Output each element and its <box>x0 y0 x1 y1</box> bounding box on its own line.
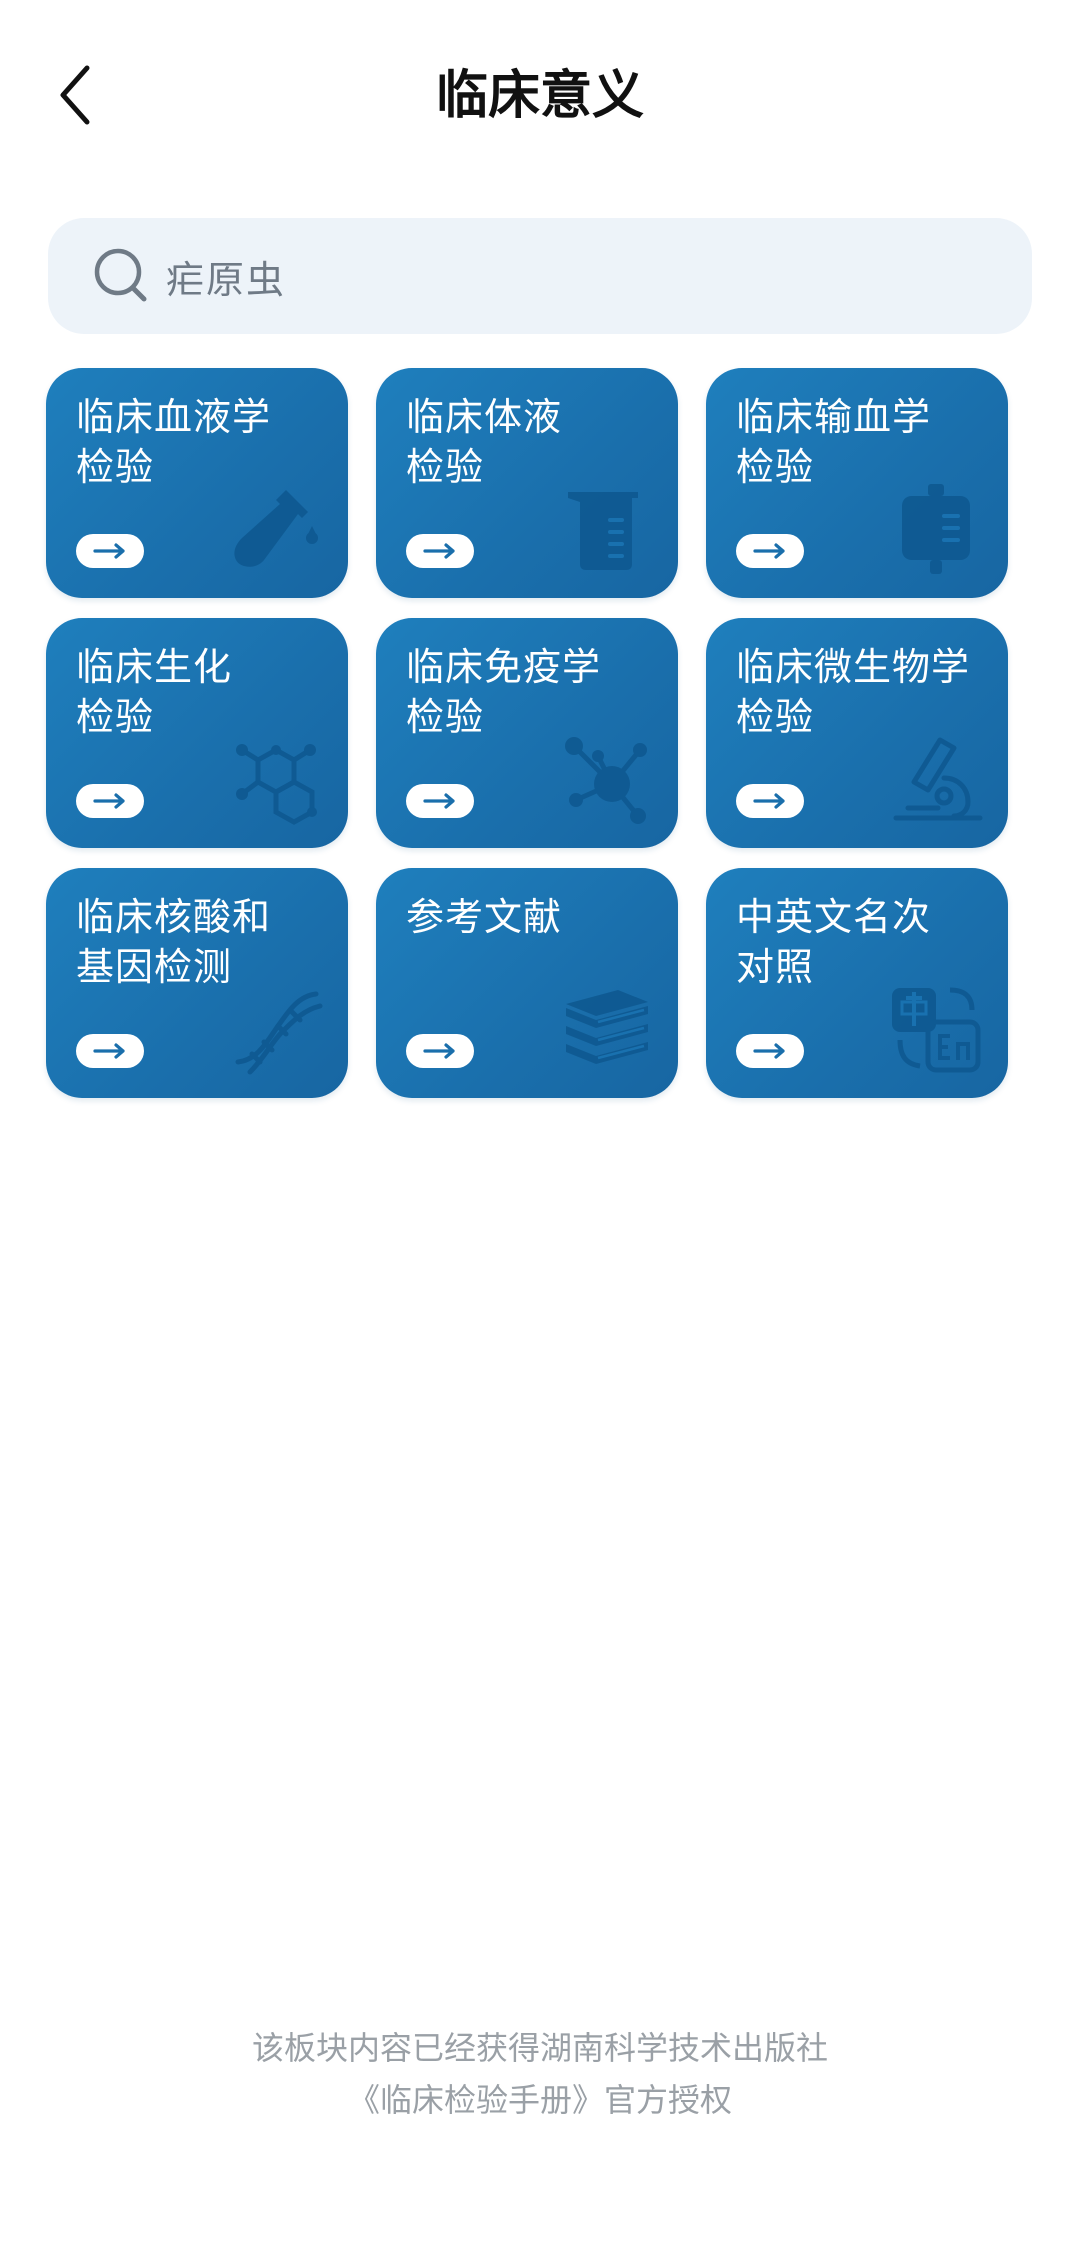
translate-icon <box>892 987 981 1073</box>
molecule-icon <box>236 744 317 825</box>
card-title: 临床免疫学 检验 <box>406 645 602 739</box>
card-title: 中英文名次 对照 <box>736 895 932 989</box>
beaker-icon <box>568 492 638 570</box>
card-clinical-biochemistry[interactable]: 临床生化 检验 <box>46 618 348 848</box>
card-clinical-transfusion[interactable]: 临床输血学 检验 <box>706 368 1008 598</box>
page-title: 临床意义 <box>435 66 644 126</box>
card-references[interactable]: 参考文献 <box>376 868 678 1098</box>
arrow-right-icon[interactable] <box>736 534 804 568</box>
arrow-right-icon[interactable] <box>736 1034 804 1068</box>
blood-bag-icon <box>902 484 970 574</box>
arrow-right-icon[interactable] <box>76 784 144 818</box>
dna-icon <box>235 991 323 1075</box>
footer-line-2: 《临床检验手册》官方授权 <box>347 2081 732 2119</box>
arrow-right-icon[interactable] <box>406 1034 474 1068</box>
copyright-notice: 该板块内容已经获得湖南科学技术出版社 《临床检验手册》官方授权 <box>0 2022 1080 2126</box>
search-value: 疟原虫 <box>166 257 287 302</box>
card-title: 临床微生物学 检验 <box>736 645 971 739</box>
card-title: 临床生化 检验 <box>76 645 233 739</box>
immune-network-icon <box>565 737 647 824</box>
search-icon <box>92 246 152 306</box>
arrow-right-icon[interactable] <box>76 1034 144 1068</box>
microscope-icon <box>893 737 983 821</box>
card-clinical-nucleic-acid[interactable]: 临床核酸和 基因检测 <box>46 868 348 1098</box>
card-title: 参考文献 <box>406 895 563 939</box>
arrow-right-icon[interactable] <box>406 534 474 568</box>
arrow-right-icon[interactable] <box>76 534 144 568</box>
card-clinical-immunology[interactable]: 临床免疫学 检验 <box>376 618 678 848</box>
card-title: 临床血液学 检验 <box>76 395 272 489</box>
card-clinical-body-fluid[interactable]: 临床体液 检验 <box>376 368 678 598</box>
footer-line-1: 该板块内容已经获得湖南科学技术出版社 <box>251 2029 828 2067</box>
search-input[interactable]: 疟原虫 <box>48 218 1032 334</box>
test-tube-icon <box>234 490 318 567</box>
arrow-right-icon[interactable] <box>736 784 804 818</box>
card-cn-en-glossary[interactable]: 中英文名次 对照 <box>706 868 1008 1098</box>
arrow-right-icon[interactable] <box>406 784 474 818</box>
top-bar: 临床意义 <box>0 0 1080 190</box>
card-title: 临床核酸和 基因检测 <box>76 895 272 989</box>
card-title: 临床输血学 检验 <box>736 395 932 489</box>
card-clinical-microbiology[interactable]: 临床微生物学 检验 <box>706 618 1008 848</box>
card-title: 临床体液 检验 <box>406 395 563 489</box>
books-icon <box>566 990 648 1064</box>
card-clinical-hematology[interactable]: 临床血液学 检验 <box>46 368 348 598</box>
